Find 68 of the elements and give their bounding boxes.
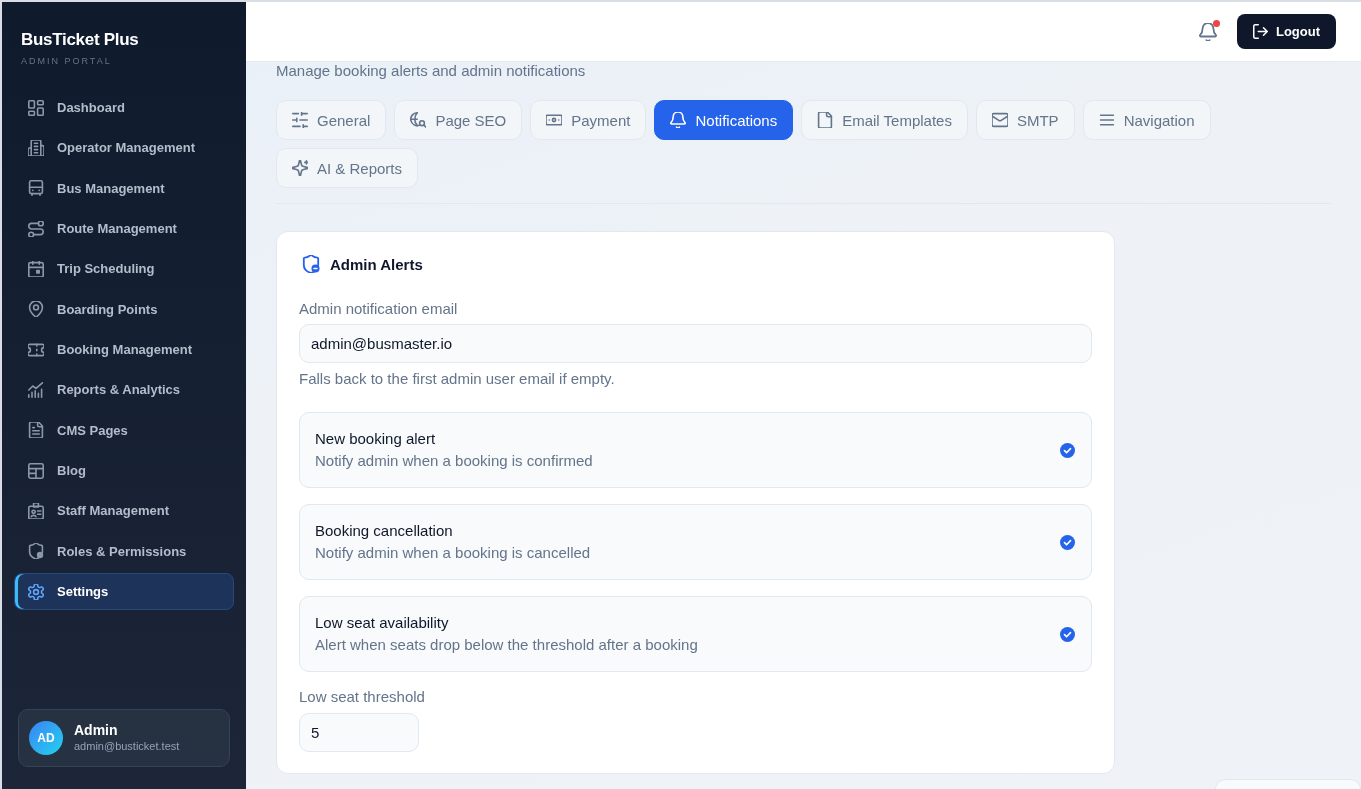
field-label: Admin notification email — [299, 300, 458, 318]
grid-icon — [28, 99, 44, 116]
bell-icon — [1198, 22, 1217, 41]
sidebar-item[interactable]: Settings — [14, 573, 234, 611]
banknote-icon — [546, 112, 563, 128]
route-icon — [28, 220, 44, 237]
logout-icon — [1252, 24, 1268, 39]
layout-icon — [28, 462, 44, 479]
logout-button[interactable]: Logout — [1236, 14, 1336, 49]
user-email: admin@busticket.test — [74, 739, 180, 754]
sidebar-item[interactable]: Trip Scheduling — [14, 250, 234, 288]
bell-icon — [670, 112, 687, 128]
option-description: Notify admin when a booking is cancelled — [315, 543, 591, 563]
chart-icon — [28, 381, 44, 398]
settings-tab[interactable]: SMTP — [975, 100, 1075, 140]
mail-icon — [991, 112, 1008, 128]
sidebar-item[interactable]: Operator Management — [14, 129, 234, 167]
notifications-button[interactable] — [1198, 22, 1217, 41]
check-circle-icon[interactable] — [1060, 442, 1075, 458]
email-field[interactable]: admin@busmaster.io — [299, 324, 1092, 363]
ticket-icon — [28, 341, 44, 358]
sidebar-item[interactable]: Reports & Analytics — [14, 371, 234, 409]
field-hint: Falls back to the first admin user email if empty. — [299, 370, 615, 388]
sidebar-item[interactable]: Blog — [14, 452, 234, 490]
option-description: Alert when seats drop below the threshold after a booking — [315, 635, 698, 655]
sidebar-item[interactable]: Bus Management — [14, 169, 234, 207]
user-avatar: AD — [29, 721, 63, 755]
sparkle-icon — [292, 160, 308, 176]
option-description: Notify admin when a booking is confirmed — [315, 451, 593, 471]
option-title: Low seat availability — [315, 613, 449, 633]
sidebar-item[interactable]: Booking Management — [14, 331, 234, 369]
shield-icon — [302, 255, 320, 273]
settings-tab[interactable]: Notifications — [654, 100, 794, 140]
sidebar-item[interactable]: Roles & Permissions — [14, 532, 234, 570]
settings-tab[interactable]: Page SEO — [394, 100, 523, 140]
card-title: Admin Alerts — [330, 255, 423, 273]
sidebar-item[interactable]: CMS Pages — [14, 411, 234, 449]
settings-icon — [28, 583, 44, 600]
map-pin-icon — [28, 301, 44, 318]
bus-icon — [28, 180, 44, 197]
brand-tagline: ADMIN PORTAL — [21, 55, 112, 67]
sidebar-item[interactable]: Staff Management — [14, 492, 234, 530]
field-label: Low seat threshold — [299, 688, 425, 706]
shield-icon — [28, 543, 44, 560]
option-title: New booking alert — [315, 429, 436, 449]
settings-tab[interactable]: Email Templates — [801, 100, 968, 140]
page-subtitle: Manage booking alerts and admin notifications — [276, 62, 586, 80]
sidebar-item[interactable]: Route Management — [14, 210, 234, 248]
document-icon — [28, 422, 44, 439]
sliders-icon — [292, 112, 308, 128]
settings-tab[interactable]: General — [276, 100, 387, 140]
building-icon — [28, 139, 44, 156]
settings-tab[interactable]: Payment — [530, 100, 647, 140]
file-icon — [817, 112, 834, 128]
calendar-icon — [28, 260, 44, 277]
option-title: Booking cancellation — [315, 521, 453, 541]
id-badge-icon — [28, 502, 44, 519]
sidebar-item[interactable]: Boarding Points — [14, 290, 234, 328]
settings-tab[interactable]: Navigation — [1082, 100, 1211, 140]
user-name: Admin — [74, 722, 118, 739]
sidebar-item[interactable]: Dashboard — [14, 89, 234, 126]
check-circle-icon[interactable] — [1060, 626, 1075, 642]
settings-tab[interactable]: AI & Reports — [276, 148, 419, 188]
check-circle-icon[interactable] — [1060, 534, 1075, 550]
brand-title: BusTicket Plus — [21, 30, 139, 50]
threshold-field[interactable]: 5 — [299, 713, 419, 752]
menu-icon — [1098, 112, 1115, 128]
globe-search-icon — [410, 112, 427, 128]
